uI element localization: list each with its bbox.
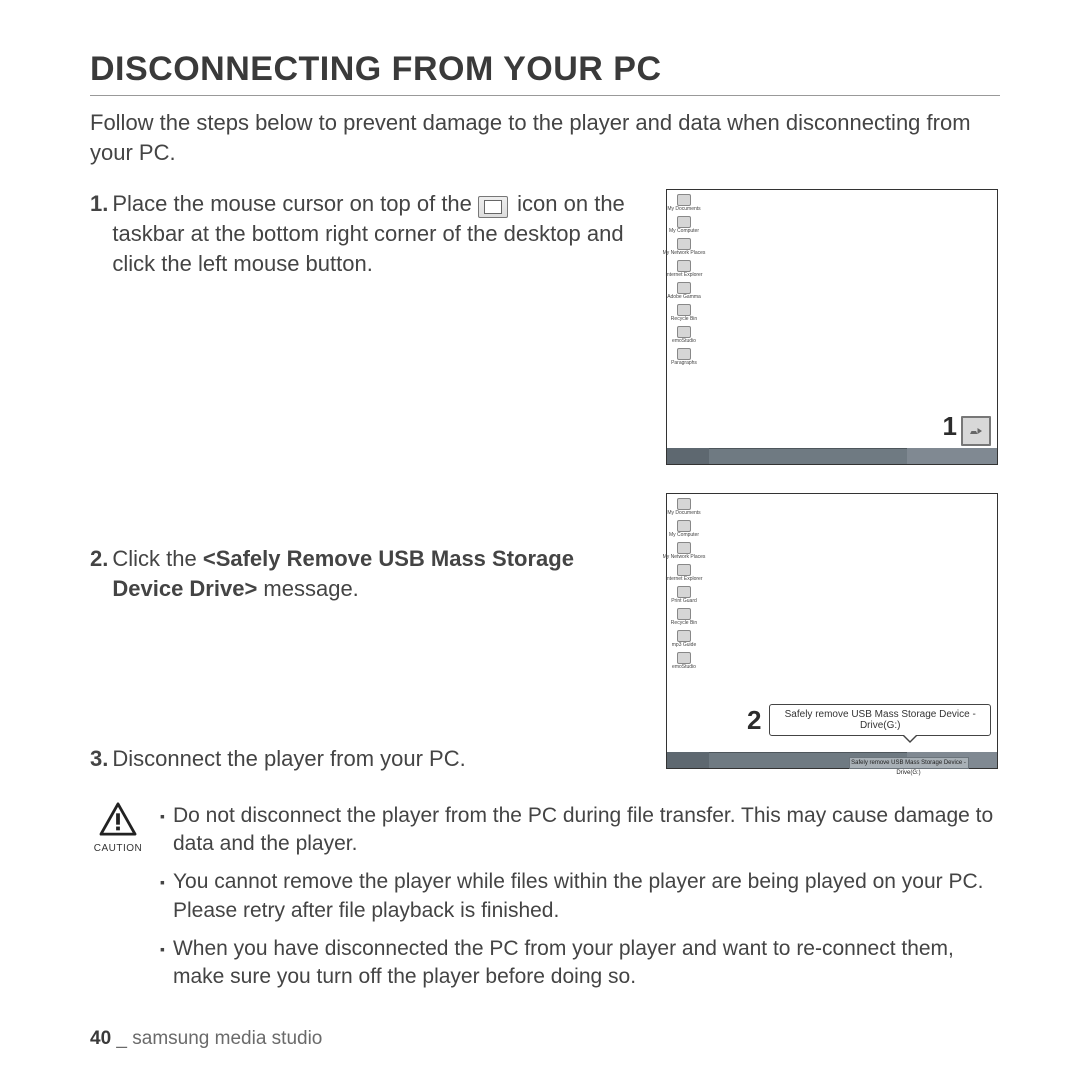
screenshot-2: My Documents My Computer My Network Places…	[666, 493, 998, 769]
step-2-post: message.	[257, 576, 359, 601]
bullet-icon: ▪	[160, 935, 165, 992]
desktop-icon: Recycle Bin	[671, 304, 697, 322]
page-number: 40	[90, 1028, 111, 1049]
step-2-pre: Click the	[112, 546, 202, 571]
step-3-text: Disconnect the player from your PC.	[112, 744, 465, 774]
safely-remove-tooltip: Safely remove USB Mass Storage Device - …	[769, 704, 991, 736]
desktop-icon: emoStudio	[671, 326, 697, 344]
footer-section: samsung media studio	[132, 1028, 322, 1049]
step-1-number: 1.	[90, 189, 108, 278]
caution-icon	[99, 802, 137, 836]
start-button-2	[667, 752, 709, 768]
taskbar-safely-remove-button: Safely remove USB Mass Storage Device - …	[849, 757, 969, 769]
caution-item-text: You cannot remove the player while files…	[173, 868, 1000, 925]
desktop-icon: mp3 Guide	[671, 630, 697, 648]
caution-item: ▪When you have disconnected the PC from …	[160, 935, 1000, 992]
caution-block: CAUTION ▪Do not disconnect the player fr…	[90, 802, 1000, 1002]
desktop-icon: My Documents	[671, 498, 697, 516]
desktop-icon: Internet Explorer	[671, 260, 697, 278]
step-1-text-a: Place the mouse cursor on top of the	[112, 191, 472, 216]
page-footer: 40 _ samsung media studio	[90, 1028, 322, 1050]
step-3-number: 3.	[90, 744, 108, 774]
desktop-icon: My Network Places	[671, 542, 697, 560]
desktop-icons-2: My Documents My Computer My Network Places…	[671, 498, 697, 670]
desktop-icon: emoStudio	[671, 652, 697, 670]
desktop-icon: My Network Places	[671, 238, 697, 256]
bullet-icon: ▪	[160, 802, 165, 859]
start-button-1	[667, 448, 709, 464]
callout-2-number: 2	[747, 705, 761, 736]
desktop-icon: Recycle Bin	[671, 608, 697, 626]
desktop-icon: My Computer	[671, 520, 697, 538]
page-title: DISCONNECTING FROM YOUR PC	[90, 50, 1000, 96]
callout-1-number: 1	[943, 411, 957, 442]
step-2-number: 2.	[90, 544, 108, 603]
intro-text: Follow the steps below to prevent damage…	[90, 108, 1000, 167]
callout-2: 2 Safely remove USB Mass Storage Device …	[747, 704, 991, 736]
caution-item: ▪Do not disconnect the player from the P…	[160, 802, 1000, 859]
caution-item-text: When you have disconnected the PC from y…	[173, 935, 1000, 992]
step-3: 3. Disconnect the player from your PC.	[90, 744, 640, 774]
desktop-icon: My Computer	[671, 216, 697, 234]
caution-label: CAUTION	[90, 843, 146, 854]
bullet-icon: ▪	[160, 868, 165, 925]
desktop-icon: Internet Explorer	[671, 564, 697, 582]
step-1: 1. Place the mouse cursor on top of the …	[90, 189, 640, 278]
caution-item-text: Do not disconnect the player from the PC…	[173, 802, 1000, 859]
safely-remove-hardware-icon	[478, 196, 508, 218]
desktop-icon: Paragraphs	[671, 348, 697, 366]
step-2: 2. Click the <Safely Remove USB Mass Sto…	[90, 544, 640, 603]
footer-sep: _	[111, 1028, 132, 1049]
desktop-icon: Adobe Gamma	[671, 282, 697, 300]
desktop-icon: My Documents	[671, 194, 697, 212]
desktop-icon: Print Guard	[671, 586, 697, 604]
desktop-icons-1: My Documents My Computer My Network Places…	[671, 194, 697, 366]
screenshot-1: My Documents My Computer My Network Places…	[666, 189, 998, 465]
tray-safely-remove-icon	[961, 416, 991, 446]
caution-item: ▪You cannot remove the player while file…	[160, 868, 1000, 925]
system-tray-1	[907, 448, 997, 464]
